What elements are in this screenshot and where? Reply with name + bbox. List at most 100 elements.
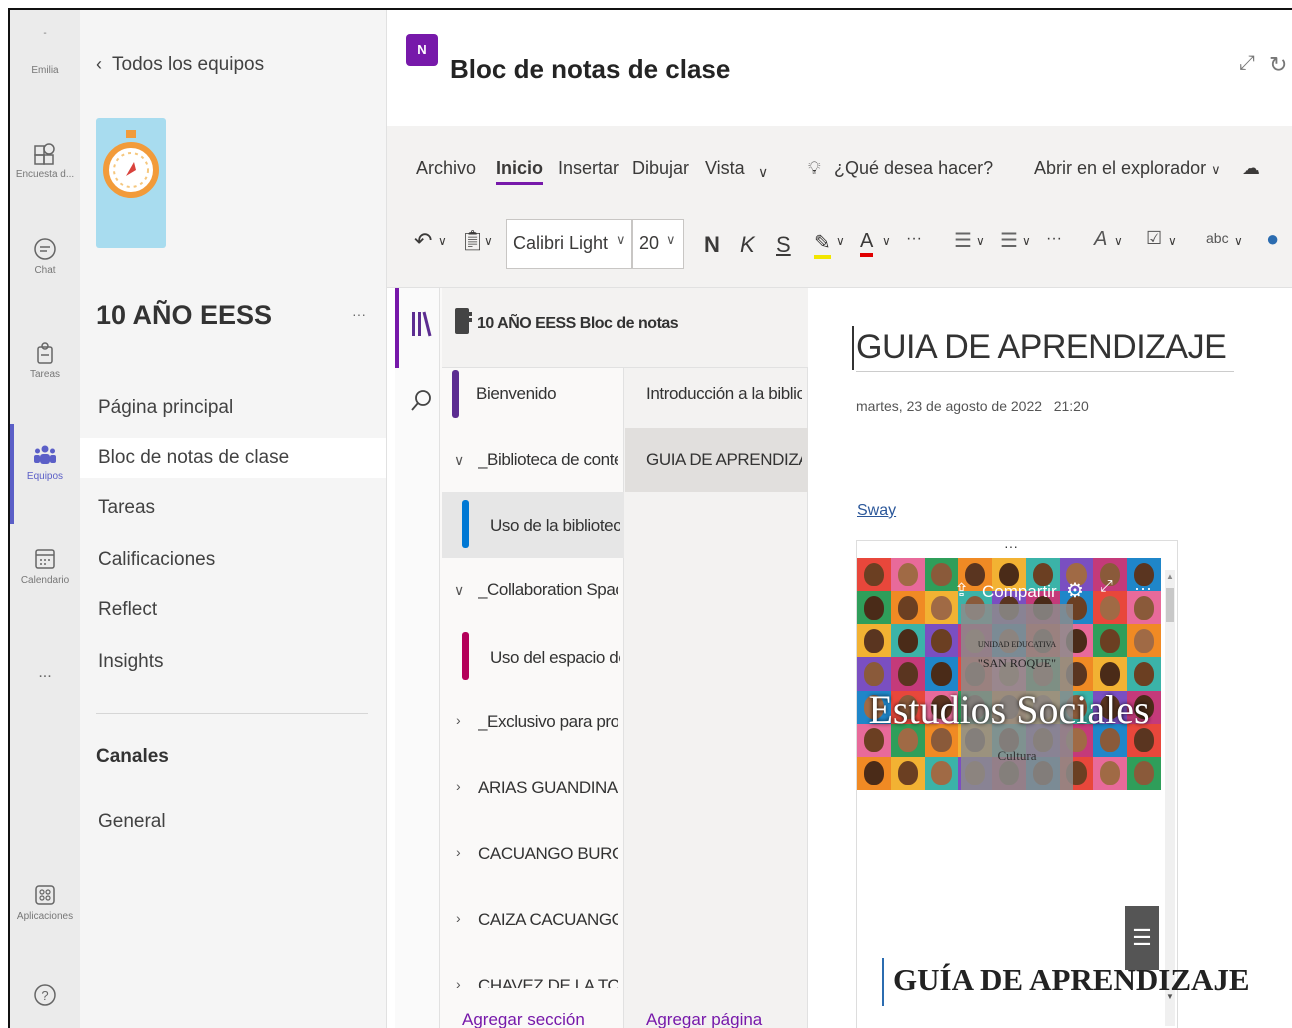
team-nav-assignments[interactable]: Tareas: [80, 488, 386, 528]
back-to-teams-link[interactable]: ‹ Todos los equipos: [96, 54, 264, 76]
fullscreen-icon[interactable]: ⤢: [1100, 578, 1113, 596]
scroll-up-arrow-icon[interactable]: ▲: [1166, 572, 1174, 581]
team-more-options[interactable]: ···: [352, 306, 366, 322]
team-nav-insights[interactable]: Insights: [80, 642, 386, 682]
heading-accent-bar: [882, 958, 884, 1006]
notebook-title[interactable]: 10 AÑO EESS Bloc de notas: [477, 315, 679, 333]
team-nav-home[interactable]: Página principal: [80, 388, 386, 428]
rail-item-help[interactable]: ?: [10, 982, 80, 1008]
page-item[interactable]: Introducción a la bibliot...: [646, 384, 802, 404]
size-chevron-down-icon[interactable]: ∨: [666, 232, 676, 248]
page-item-selected[interactable]: GUIA DE APRENDIZAJE: [646, 450, 802, 470]
navigation-list-icon[interactable]: ☰: [1125, 906, 1159, 970]
spelling-icon[interactable]: abc: [1206, 230, 1229, 246]
rail-label: Chat: [34, 265, 56, 276]
section-item[interactable]: Bienvenido: [476, 384, 556, 404]
embed-scroll-thumb[interactable]: [1166, 588, 1174, 622]
embed-scrollbar[interactable]: [1165, 570, 1175, 1026]
team-nav-class-notebook[interactable]: Bloc de notas de clase: [80, 438, 386, 478]
tab-archivo[interactable]: Archivo: [416, 158, 476, 179]
tag-chevron-icon[interactable]: ∨: [1168, 234, 1177, 248]
undo-icon[interactable]: ↶: [414, 228, 432, 254]
styles-chevron-icon[interactable]: ∨: [1114, 234, 1123, 248]
expand-icon[interactable]: ⤢: [1239, 52, 1255, 75]
highlighter-icon[interactable]: ✎: [814, 230, 831, 259]
team-nav-reflect[interactable]: Reflect: [80, 590, 386, 630]
search-icon[interactable]: [408, 388, 434, 414]
rail-item-tasks[interactable]: Tareas: [10, 340, 80, 380]
notebooks-icon[interactable]: [410, 310, 432, 338]
share-button[interactable]: Compartir: [982, 582, 1057, 602]
clipboard-dropdown-chevron-icon[interactable]: ∨: [484, 234, 493, 248]
tabs-overflow-chevron-icon[interactable]: ∨: [758, 164, 768, 181]
settings-gear-icon[interactable]: ⚙: [1066, 578, 1084, 603]
font-color-icon[interactable]: A: [860, 230, 874, 257]
refresh-icon[interactable]: ↻: [1269, 52, 1287, 78]
channel-general[interactable]: General: [80, 802, 386, 842]
face-illustration: [931, 595, 952, 620]
page-title[interactable]: GUIA DE APRENDIZAJE: [856, 328, 1235, 372]
rail-item-survey[interactable]: Encuesta d...: [10, 140, 80, 180]
rail-item-calendar[interactable]: Calendario: [10, 546, 80, 586]
section-group[interactable]: _Exclusivo para profes...: [478, 712, 618, 732]
font-family-select[interactable]: Calibri Light: [506, 219, 632, 269]
section-group[interactable]: CAIZA CACUANGO JA...: [478, 910, 618, 930]
font-size-select[interactable]: 20: [632, 219, 684, 269]
numbered-list-icon[interactable]: ☰: [1000, 228, 1018, 253]
team-nav-grades[interactable]: Calificaciones: [80, 540, 386, 580]
chevron-right-icon[interactable]: ›: [456, 844, 461, 860]
rail-user[interactable]: - Emilia: [10, 28, 80, 76]
cloud-sync-icon: ☁: [1242, 158, 1260, 178]
italic-button[interactable]: K: [740, 232, 755, 258]
rail-item-teams[interactable]: Equipos: [10, 442, 80, 482]
tab-insertar[interactable]: Insertar: [558, 158, 619, 179]
rail-item-chat[interactable]: Chat: [10, 236, 80, 276]
chevron-down-icon[interactable]: ∨: [454, 582, 464, 599]
tag-icon[interactable]: ☑: [1146, 228, 1162, 249]
open-in-browser-button[interactable]: Abrir en el explorador ∨: [1034, 158, 1221, 179]
face-illustration: [931, 562, 952, 587]
embed-more-icon[interactable]: ···: [1134, 578, 1152, 599]
section-group[interactable]: _Biblioteca de conteni...: [478, 450, 618, 470]
rail-item-apps[interactable]: Aplicaciones: [10, 882, 80, 922]
section-group[interactable]: _Collaboration Space: [478, 580, 618, 600]
add-section-button[interactable]: Agregar sección: [462, 1010, 585, 1028]
sway-link[interactable]: Sway: [857, 502, 896, 520]
chevron-down-icon[interactable]: ∨: [454, 452, 464, 469]
app-rail: - Emilia Encuesta d... Chat Tareas Equip…: [10, 10, 80, 1028]
more-paragraph-icon[interactable]: ···: [1046, 230, 1062, 248]
highlighter-chevron-icon[interactable]: ∨: [836, 234, 845, 248]
chevron-right-icon[interactable]: ›: [456, 778, 461, 794]
add-page-button[interactable]: Agregar página: [646, 1010, 762, 1028]
section-item[interactable]: Uso del espacio de ...: [490, 648, 620, 668]
chevron-right-icon[interactable]: ›: [456, 712, 461, 728]
section-group[interactable]: CACUANGO BURGA E...: [478, 844, 618, 864]
font-color-chevron-icon[interactable]: ∨: [882, 234, 891, 248]
bullet-list-icon[interactable]: ☰: [954, 228, 972, 253]
section-item-selected[interactable]: Uso de la biblioteca...: [490, 516, 620, 536]
tab-vista[interactable]: Vista: [705, 158, 745, 179]
tab-inicio[interactable]: Inicio: [496, 158, 544, 185]
bold-button[interactable]: N: [704, 232, 720, 258]
undo-dropdown-chevron-icon[interactable]: ∨: [438, 234, 447, 248]
rail-more[interactable]: ...: [10, 664, 80, 682]
tell-me-search[interactable]: ¿Qué desea hacer?: [834, 158, 993, 179]
embed-drag-handle[interactable]: ···: [1004, 538, 1018, 554]
dictate-microphone-icon[interactable]: ●: [1266, 226, 1279, 252]
underline-button[interactable]: S: [776, 232, 791, 258]
section-group[interactable]: CHAVEZ DE LA TORRE: [478, 976, 618, 988]
share-icon[interactable]: ⇪: [954, 580, 969, 601]
chevron-right-icon[interactable]: ›: [456, 910, 461, 926]
clipboard-icon[interactable]: 📋︎: [460, 228, 485, 253]
app-header: N Bloc de notas de clase ⤢ ↻: [387, 10, 1292, 126]
styles-icon[interactable]: A: [1094, 228, 1107, 251]
tab-dibujar[interactable]: Dibujar: [632, 158, 689, 179]
chevron-right-icon[interactable]: ›: [456, 976, 461, 992]
bullet-list-chevron-icon[interactable]: ∨: [976, 234, 985, 248]
spelling-chevron-icon[interactable]: ∨: [1234, 234, 1243, 248]
section-group[interactable]: ARIAS GUANDINANG...: [478, 778, 618, 798]
numbered-list-chevron-icon[interactable]: ∨: [1022, 234, 1031, 248]
font-chevron-down-icon[interactable]: ∨: [616, 232, 626, 248]
face-illustration: [1100, 761, 1121, 786]
more-formatting-icon[interactable]: ···: [906, 230, 922, 248]
